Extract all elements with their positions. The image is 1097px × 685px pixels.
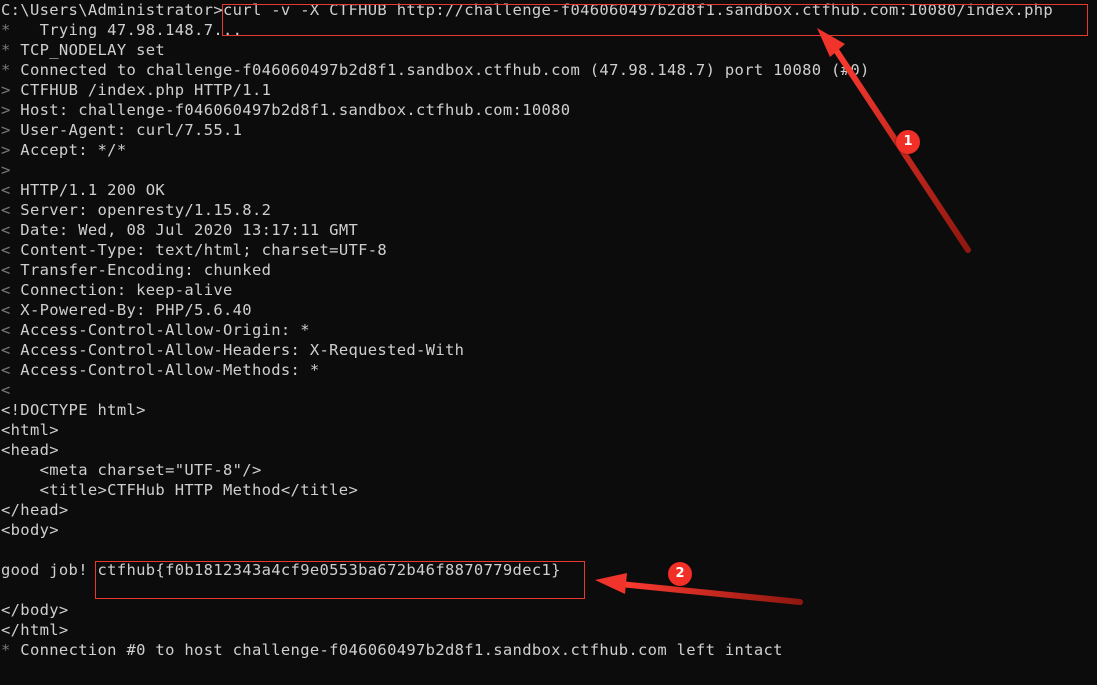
console-line: > CTFHUB /index.php HTTP/1.1	[0, 80, 1097, 100]
console-line: < HTTP/1.1 200 OK	[0, 180, 1097, 200]
line-text: CTFHUB /index.php HTTP/1.1	[10, 81, 272, 99]
console-line: </html>	[0, 620, 1097, 640]
line-text: </head>	[1, 501, 69, 519]
line-text: <body>	[1, 521, 59, 539]
line-prefix: >	[1, 81, 11, 99]
console-line: <head>	[0, 440, 1097, 460]
line-text: <meta charset="UTF-8"/>	[1, 461, 262, 479]
line-text: </html>	[1, 621, 69, 639]
console-line: <	[0, 380, 1097, 400]
console-line: <html>	[0, 420, 1097, 440]
line-text: <head>	[1, 441, 59, 459]
line-prefix: *	[1, 61, 11, 79]
line-prefix: <	[1, 321, 11, 339]
console-line: good job! ctfhub{f0b1812343a4cf9e0553ba6…	[0, 560, 1097, 580]
console-line: <meta charset="UTF-8"/>	[0, 460, 1097, 480]
terminal-screenshot: C:\Users\Administrator>curl -v -X CTFHUB…	[0, 0, 1097, 685]
line-prefix: >	[1, 141, 11, 159]
console-line: * Connected to challenge-f046060497b2d8f…	[0, 60, 1097, 80]
line-text: <!DOCTYPE html>	[1, 401, 146, 419]
console-line: < Date: Wed, 08 Jul 2020 13:17:11 GMT	[0, 220, 1097, 240]
console-line: * TCP_NODELAY set	[0, 40, 1097, 60]
line-text: Connection: keep-alive	[10, 281, 233, 299]
line-prefix: >	[1, 121, 11, 139]
line-prefix: <	[1, 301, 11, 319]
console-line: </body>	[0, 600, 1097, 620]
line-text: <title>CTFHub HTTP Method</title>	[1, 481, 359, 499]
console-line: < Transfer-Encoding: chunked	[0, 260, 1097, 280]
line-prefix: >	[1, 101, 11, 119]
line-text: Connected to challenge-f046060497b2d8f1.…	[10, 61, 870, 79]
console-line: * Trying 47.98.148.7...	[0, 20, 1097, 40]
line-text: good job! ctfhub{f0b1812343a4cf9e0553ba6…	[1, 561, 561, 579]
line-prefix: <	[1, 281, 11, 299]
console-line: < Access-Control-Allow-Origin: *	[0, 320, 1097, 340]
line-prefix: <	[1, 241, 11, 259]
line-prefix: *	[1, 641, 11, 659]
line-prefix: *	[1, 41, 11, 59]
console-output[interactable]: C:\Users\Administrator>curl -v -X CTFHUB…	[0, 0, 1097, 685]
console-line: <body>	[0, 520, 1097, 540]
line-prefix: <	[1, 221, 11, 239]
console-line: > Accept: */*	[0, 140, 1097, 160]
console-line: < Access-Control-Allow-Headers: X-Reques…	[0, 340, 1097, 360]
console-line: <title>CTFHub HTTP Method</title>	[0, 480, 1097, 500]
line-text: TCP_NODELAY set	[10, 41, 166, 59]
line-prefix: <	[1, 181, 11, 199]
console-line: </head>	[0, 500, 1097, 520]
annotation-badge-1: 1	[896, 130, 920, 154]
line-text: Connection #0 to host challenge-f0460604…	[10, 641, 783, 659]
console-line: < Content-Type: text/html; charset=UTF-8	[0, 240, 1097, 260]
console-line: < Server: openresty/1.15.8.2	[0, 200, 1097, 220]
console-line: * Connection #0 to host challenge-f04606…	[0, 640, 1097, 660]
line-text: Server: openresty/1.15.8.2	[10, 201, 272, 219]
line-prefix: <	[1, 261, 11, 279]
line-text: Content-Type: text/html; charset=UTF-8	[10, 241, 388, 259]
line-prefix: *	[1, 21, 11, 39]
line-text: Host: challenge-f046060497b2d8f1.sandbox…	[10, 101, 571, 119]
line-text: Access-Control-Allow-Headers: X-Requeste…	[10, 341, 465, 359]
line-text: Trying 47.98.148.7...	[10, 21, 243, 39]
annotation-badge-2: 2	[668, 562, 692, 586]
console-line: <!DOCTYPE html>	[0, 400, 1097, 420]
line-text: </body>	[1, 601, 69, 619]
console-line: < Connection: keep-alive	[0, 280, 1097, 300]
line-text: Date: Wed, 08 Jul 2020 13:17:11 GMT	[10, 221, 359, 239]
console-line: C:\Users\Administrator>curl -v -X CTFHUB…	[0, 0, 1097, 20]
line-text: Access-Control-Allow-Methods: *	[10, 361, 320, 379]
line-prefix: <	[1, 381, 11, 399]
console-line: < X-Powered-By: PHP/5.6.40	[0, 300, 1097, 320]
line-prefix: <	[1, 341, 11, 359]
line-text: User-Agent: curl/7.55.1	[10, 121, 243, 139]
line-text: <html>	[1, 421, 59, 439]
line-prefix: <	[1, 201, 11, 219]
line-text: HTTP/1.1 200 OK	[10, 181, 166, 199]
line-prefix: <	[1, 361, 11, 379]
console-line: < Access-Control-Allow-Methods: *	[0, 360, 1097, 380]
line-prefix: >	[1, 161, 11, 179]
line-text: Transfer-Encoding: chunked	[10, 261, 272, 279]
console-line: > Host: challenge-f046060497b2d8f1.sandb…	[0, 100, 1097, 120]
line-text: Access-Control-Allow-Origin: *	[10, 321, 310, 339]
console-line: > User-Agent: curl/7.55.1	[0, 120, 1097, 140]
line-text: Accept: */*	[10, 141, 127, 159]
line-text: X-Powered-By: PHP/5.6.40	[10, 301, 252, 319]
line-text: C:\Users\Administrator>curl -v -X CTFHUB…	[1, 1, 1054, 19]
console-line: >	[0, 160, 1097, 180]
